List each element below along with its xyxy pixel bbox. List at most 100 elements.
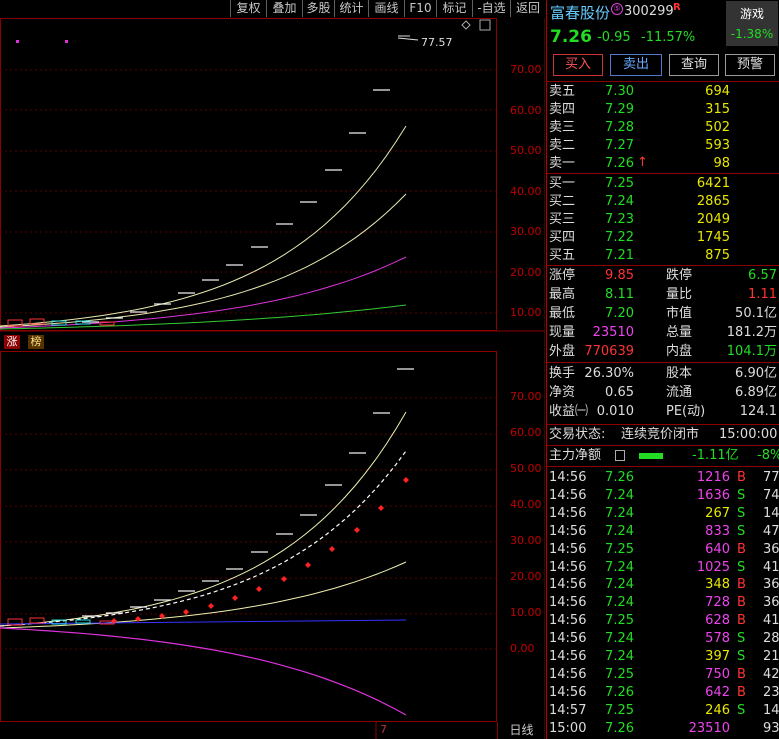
tick-count: 36 <box>763 541 779 557</box>
tick-volume: 642 <box>705 684 730 700</box>
bottom-red-dots <box>111 477 409 624</box>
tick-count: 36 <box>763 595 779 611</box>
main-flow-row[interactable]: 主力净额 -1.11亿 -8% <box>547 447 779 465</box>
tick-count: 28 <box>763 631 779 647</box>
stat-value: 6.90亿 <box>735 366 777 381</box>
stat-row[interactable]: 现量 23510 总量 181.2万 <box>547 324 779 342</box>
tick-side: S <box>737 631 746 647</box>
tick-row[interactable]: 14:56 7.24 1636 S 74 <box>547 487 779 505</box>
kline-chart-area[interactable]: 70.00 60.00 50.00 40.00 30.00 20.00 10.00 70.0… <box>0 18 545 739</box>
trade-status-row: 交易状态: 连续竞价闭市 15:00:00 <box>547 426 779 444</box>
stat-value: 0.65 <box>605 385 634 400</box>
stat-row[interactable]: 换手 26.30% 股本 6.90亿 <box>547 365 779 383</box>
price-axis-label: 30.00 <box>510 225 542 238</box>
stat-label: 总量 <box>666 325 693 340</box>
stat-row[interactable]: 最高 8.11 量比 1.11 <box>547 286 779 304</box>
divider <box>547 173 779 174</box>
ask-row[interactable]: 卖三 7.28 502 <box>547 119 779 137</box>
ask-label: 卖四 <box>549 102 576 117</box>
bid-row[interactable]: 买五 7.21 875 <box>547 247 779 265</box>
toolbar-zixuan-button[interactable]: -自选 <box>472 0 510 17</box>
query-button[interactable]: 查询 <box>669 54 719 76</box>
tick-row[interactable]: 14:56 7.24 1025 S 41 <box>547 559 779 577</box>
stat-row[interactable]: 涨停 9.85 跌停 6.57 <box>547 267 779 285</box>
tick-price: 7.26 <box>605 720 634 736</box>
buy-button[interactable]: 买入 <box>553 54 603 76</box>
quote-panel: 富春股份 ⑤ 300299 R 7.26 -0.95 -11.57% 游戏 -1… <box>546 0 779 739</box>
tick-row[interactable]: 15:00 7.26 23510 936 <box>547 720 779 738</box>
tick-time: 14:56 <box>549 559 587 575</box>
toolbar-fanhui-button[interactable]: 返回 <box>510 0 545 17</box>
ask-row[interactable]: 卖四 7.29 315 <box>547 101 779 119</box>
stock-flag: R <box>673 2 681 13</box>
sector-box[interactable]: 游戏 -1.38% <box>726 1 778 46</box>
toolbar-huaxian-button[interactable]: 画线 <box>368 0 404 17</box>
bid-price: 7.25 <box>605 176 634 191</box>
ask-volume: 502 <box>705 120 730 135</box>
tick-row[interactable]: 14:56 7.25 750 B 42 <box>547 666 779 684</box>
price-axis-label: 10.00 <box>510 606 542 619</box>
candle <box>99 321 115 326</box>
tag-zhang[interactable]: 涨 <box>4 335 20 349</box>
tick-count: 36 <box>763 577 779 593</box>
tick-row[interactable]: 14:56 7.24 833 S 47 <box>547 523 779 541</box>
stat-row[interactable]: 净资 0.65 流通 6.89亿 <box>547 384 779 402</box>
stat-row[interactable]: 收益㈠ 0.010 PE(动) 124.1 <box>547 403 779 421</box>
badge-icon: ⑤ <box>611 3 623 15</box>
tick-side: B <box>737 684 746 700</box>
tick-time: 14:56 <box>549 523 587 539</box>
current-price: 7.26 <box>550 27 592 47</box>
tick-row[interactable]: 14:56 7.25 640 B 36 <box>547 541 779 559</box>
kline-chart-svg[interactable] <box>0 18 545 739</box>
tick-row[interactable]: 14:56 7.24 348 B 36 <box>547 576 779 594</box>
toolbar-biaoji-button[interactable]: 标记 <box>436 0 472 17</box>
bid-row[interactable]: 买三 7.23 2049 <box>547 211 779 229</box>
tick-volume: 267 <box>705 505 730 521</box>
sell-button[interactable]: 卖出 <box>610 54 662 76</box>
tick-price: 7.24 <box>605 649 634 664</box>
tick-row[interactable]: 14:56 7.24 397 S 21 <box>547 648 779 666</box>
price-axis-label: 20.00 <box>510 265 542 279</box>
tick-count: 21 <box>763 649 779 664</box>
tick-row[interactable]: 14:56 7.24 267 S 14 <box>547 505 779 523</box>
bid-row[interactable]: 买四 7.22 1745 <box>547 229 779 247</box>
tick-row[interactable]: 14:56 7.25 628 B 41 <box>547 612 779 630</box>
tick-row[interactable]: 14:56 7.26 642 B 23 <box>547 684 779 702</box>
tick-side: S <box>737 487 746 503</box>
toolbar-diejia-button[interactable]: 叠加 <box>266 0 302 17</box>
tick-row[interactable]: 14:56 7.24 728 B 36 <box>547 594 779 612</box>
time-axis-mark: 7 <box>380 723 387 736</box>
tick-row[interactable]: 14:57 7.25 246 S 14 <box>547 702 779 720</box>
alert-button[interactable]: 预警 <box>725 54 775 76</box>
price-axis-label: 40.00 <box>510 184 542 198</box>
doc-icon[interactable] <box>615 450 625 461</box>
price-axis-label: 50.00 <box>510 144 542 157</box>
diamond-icon[interactable] <box>461 20 471 30</box>
tick-price: 7.24 <box>605 595 634 611</box>
tick-time: 14:56 <box>549 595 587 611</box>
tick-time: 15:00 <box>549 720 587 736</box>
ask-row[interactable]: 卖二 7.27 593 <box>547 137 779 155</box>
tick-count: 74 <box>763 487 779 503</box>
toolbar-tongji-button[interactable]: 统计 <box>334 0 368 17</box>
ask-row[interactable]: 卖一 7.26 98 <box>547 155 779 173</box>
bid-row[interactable]: 买一 7.25 6421 <box>547 175 779 193</box>
stat-row[interactable]: 最低 7.20 市值 50.1亿 <box>547 305 779 323</box>
ask-volume: 98 <box>713 156 730 171</box>
stat-row[interactable]: 外盘 770639 内盘 104.1万 <box>547 343 779 361</box>
tick-row[interactable]: 14:56 7.26 1216 B 77 <box>547 469 779 487</box>
bid-row[interactable]: 买二 7.24 2865 <box>547 193 779 211</box>
toolbar-f10-button[interactable]: F10 <box>404 0 436 17</box>
top-white-curve-upper <box>0 125 407 327</box>
tick-time: 14:56 <box>549 684 587 700</box>
period-daily-button[interactable]: 日线 <box>497 722 545 739</box>
ask-row[interactable]: 卖五 7.30 694 <box>547 83 779 101</box>
stat-value: 1.11 <box>748 287 777 302</box>
stat-label: PE(动) <box>666 404 706 419</box>
tick-row[interactable]: 14:56 7.24 578 S 28 <box>547 630 779 648</box>
toolbar-fuquan-button[interactable]: 复权 <box>230 0 266 17</box>
tag-bang[interactable]: 榜 <box>28 335 44 349</box>
toolbar-duogu-button[interactable]: 多股 <box>302 0 334 17</box>
bid-price: 7.24 <box>605 194 634 209</box>
panel-toggle-icon[interactable] <box>479 19 491 31</box>
